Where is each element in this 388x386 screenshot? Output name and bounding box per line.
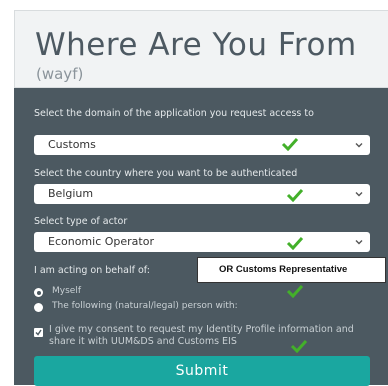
consent-checkbox[interactable] [34, 328, 43, 337]
chevron-down-icon [355, 240, 363, 245]
radio-other-person-label: The following (natural/legal) person wit… [52, 301, 238, 311]
country-select-value: Belgium [48, 187, 94, 200]
radio-myself-label: Myself [52, 286, 81, 296]
annotation-callout: OR Customs Representative [197, 257, 386, 283]
check-icon [286, 236, 304, 250]
country-select[interactable]: Belgium [34, 184, 370, 204]
domain-label: Select the domain of the application you… [34, 108, 314, 119]
check-icon [286, 284, 304, 298]
checkmark-icon [35, 329, 42, 336]
domain-select-value: Customs [48, 138, 96, 151]
domain-select[interactable]: Customs [34, 135, 370, 155]
check-icon [286, 188, 304, 202]
actor-select-value: Economic Operator [48, 235, 154, 248]
check-icon [290, 339, 308, 353]
consent-text: I give my consent to request my Identity… [49, 324, 354, 347]
country-label: Select the country where you want to be … [34, 168, 298, 179]
form-header: Where Are You From (wayf) [14, 10, 388, 88]
actor-select[interactable]: Economic Operator [34, 232, 370, 252]
page-subtitle: (wayf) [36, 65, 84, 83]
chevron-down-icon [355, 192, 363, 197]
check-icon [281, 137, 299, 151]
actor-label: Select type of actor [34, 216, 128, 227]
form-panel: Select the domain of the application you… [14, 88, 388, 386]
chevron-down-icon [355, 143, 363, 148]
radio-myself[interactable] [34, 288, 43, 297]
page-title: Where Are You From [35, 27, 357, 63]
wayf-form: Where Are You From (wayf) Select the dom… [14, 10, 388, 386]
radio-other-person[interactable] [34, 303, 43, 312]
submit-button[interactable]: Submit [34, 356, 370, 386]
